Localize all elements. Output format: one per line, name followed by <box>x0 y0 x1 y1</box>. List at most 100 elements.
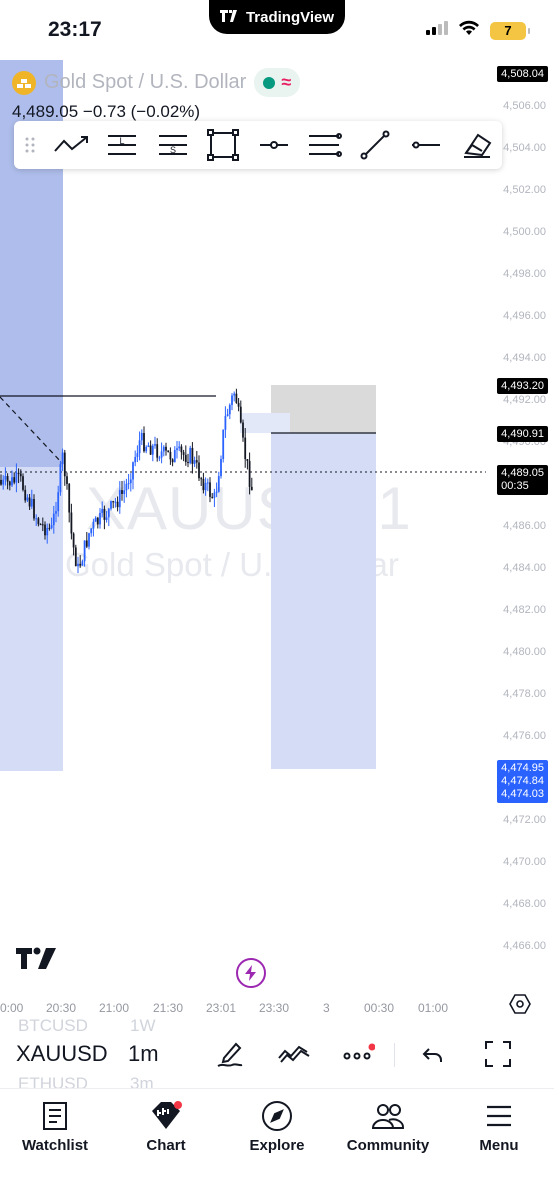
candle-body <box>224 416 227 430</box>
candle-body <box>176 448 178 451</box>
island-label: TradingView <box>245 8 335 26</box>
price-axis-label: 4,506.00 <box>503 100 546 112</box>
eraser-tool-icon[interactable] <box>451 121 502 169</box>
nav-chart[interactable]: Chart <box>111 1099 221 1154</box>
candle-body <box>147 445 150 447</box>
candle-body <box>4 476 7 480</box>
long-position-tool-icon[interactable]: L <box>96 121 147 169</box>
svg-text:S: S <box>170 145 176 155</box>
candle-body <box>96 517 99 525</box>
candle-body <box>162 446 165 452</box>
candle-body <box>151 445 154 455</box>
drag-handle-icon[interactable] <box>14 136 46 154</box>
candle-body <box>50 525 53 529</box>
market-status-pill[interactable]: ≈ <box>254 68 301 97</box>
candle-body <box>70 512 73 534</box>
candle-body <box>195 460 198 463</box>
candle-body <box>182 452 185 455</box>
more-options-button[interactable] <box>338 1036 378 1072</box>
nav-label-explore: Explore <box>249 1137 305 1154</box>
ohlc-values: 4,489.05 −0.73 (−0.02%) <box>12 102 201 121</box>
community-icon <box>371 1099 405 1133</box>
candle-body <box>204 482 207 491</box>
candle-body <box>209 482 211 497</box>
status-indicators: 7 <box>426 20 530 41</box>
nav-watchlist[interactable]: Watchlist <box>0 1099 110 1154</box>
gold-logo-icon <box>12 70 36 95</box>
short-position-tool-icon[interactable]: S <box>147 121 198 169</box>
candle-body <box>125 483 128 491</box>
last-price-value: 4,489.05 <box>501 467 544 479</box>
candle-body <box>63 452 66 477</box>
fullscreen-icon <box>485 1041 511 1067</box>
candle-body <box>15 472 18 483</box>
nav-label-watchlist: Watchlist <box>21 1137 89 1154</box>
nav-explore[interactable]: Explore <box>222 1099 332 1154</box>
candle-body <box>138 440 141 454</box>
time-axis-label: 0:00 <box>0 1001 24 1015</box>
tradingview-chart-logo-icon[interactable] <box>16 946 58 975</box>
time-axis-label: 21:00 <box>99 1001 130 1015</box>
time-axis-label: 01:00 <box>418 1001 449 1015</box>
indicators-button[interactable] <box>274 1036 314 1072</box>
drawing-pen-button[interactable] <box>210 1036 250 1072</box>
rectangle-tool-icon[interactable] <box>198 121 249 169</box>
candle-body <box>156 444 159 458</box>
nav-community[interactable]: Community <box>333 1099 443 1154</box>
nav-menu[interactable]: Menu <box>444 1099 554 1154</box>
candle-body <box>132 462 134 480</box>
position-entry-label-bg <box>240 413 290 433</box>
time-axis-label: 00:30 <box>364 1001 395 1015</box>
position-target-zone[interactable] <box>271 433 376 769</box>
price-plot[interactable] <box>0 60 554 1085</box>
price-axis-label: 4,498.00 <box>503 268 546 280</box>
candle-body <box>57 492 60 512</box>
current-timeframe[interactable]: 1m <box>128 1041 159 1067</box>
candle-body <box>242 422 244 438</box>
drawing-toolbar: L S <box>14 121 502 169</box>
candle-body <box>6 476 9 482</box>
candle-body <box>99 512 101 525</box>
market-open-icon <box>263 76 276 89</box>
candle-body <box>55 511 57 514</box>
candle-body <box>187 461 189 464</box>
menu-icon <box>485 1099 513 1133</box>
price-axis-label: 4,502.00 <box>503 184 546 196</box>
undo-button[interactable] <box>413 1036 453 1072</box>
candle-body <box>198 462 200 479</box>
candle-body <box>81 561 84 566</box>
current-symbol[interactable]: XAUUSD <box>16 1041 108 1067</box>
candle-body <box>83 540 86 562</box>
price-axis-label: 4,480.00 <box>503 646 546 658</box>
prev-timeframe[interactable]: 1W <box>130 1016 156 1036</box>
trend-line-tool-icon[interactable] <box>46 121 97 169</box>
fullscreen-button[interactable] <box>478 1036 518 1072</box>
horizontal-line-tool-icon[interactable] <box>401 121 452 169</box>
symbol-header[interactable]: Gold Spot / U.S. Dollar ≈ <box>12 68 301 97</box>
candle-body <box>220 458 222 477</box>
price-axis-label: 4,470.00 <box>503 856 546 868</box>
line-tool-icon[interactable] <box>350 121 401 169</box>
dynamic-island: TradingView <box>209 0 345 34</box>
candle-body <box>180 446 183 453</box>
prev-symbol[interactable]: BTCUSD <box>18 1016 88 1036</box>
candle-body <box>206 482 209 484</box>
watchlist-icon <box>42 1099 68 1133</box>
candle-body <box>52 513 55 526</box>
candle-body <box>8 481 11 486</box>
price-axis-label: 4,500.00 <box>503 226 546 238</box>
status-bar: 23:17 TradingView 7 <box>0 0 554 60</box>
lightning-icon[interactable] <box>236 958 266 988</box>
candle-body <box>173 450 176 463</box>
candle-body <box>136 453 139 457</box>
candle-body <box>28 497 31 507</box>
horizontal-ray-tool-icon[interactable] <box>249 121 300 169</box>
chart-canvas[interactable]: XAUUSD, 1 Gold Spot / U.S. Dollar Gold S… <box>0 60 554 1085</box>
time-axis-label: 3 <box>323 1001 330 1015</box>
candle-body <box>127 483 130 485</box>
horizontal-lines-tool-icon[interactable] <box>299 121 350 169</box>
candle-body <box>0 480 2 485</box>
candle-body <box>35 518 38 520</box>
time-axis-label: 23:01 <box>206 1001 237 1015</box>
candle-body <box>121 490 123 494</box>
